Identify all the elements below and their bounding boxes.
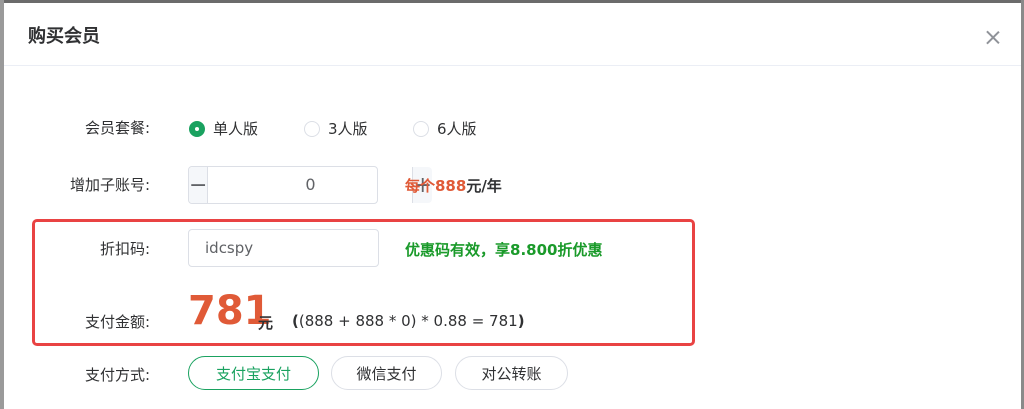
- radio-label: 3人版: [328, 120, 368, 138]
- radio-label: 单人版: [213, 120, 259, 138]
- formula-text: (888 + 888 * 0) * 0.88 = 781: [298, 312, 518, 330]
- price-unit: 元/年: [466, 177, 502, 195]
- radio-plan-single[interactable]: 单人版: [189, 118, 258, 139]
- purchase-membership-dialog: 购买会员: [4, 3, 1021, 409]
- sub-accounts-stepper: − +: [188, 166, 432, 204]
- decrement-button[interactable]: −: [189, 167, 209, 203]
- radio-label: 6人版: [437, 120, 477, 138]
- formula-close: ): [517, 312, 525, 330]
- radio-plan-3[interactable]: 3人版: [304, 118, 368, 139]
- pay-wechat-button[interactable]: 微信支付: [331, 356, 442, 390]
- sub-accounts-label: 增加子账号:: [69, 176, 150, 194]
- payment-formula: ((888 + 888 * 0) * 0.88 = 781): [292, 312, 525, 330]
- dialog-title: 购买会员: [28, 26, 100, 47]
- price-amount: 每个888: [405, 177, 467, 195]
- sub-account-price: 每个888元/年: [405, 175, 502, 196]
- pay-alipay-button[interactable]: 支付宝支付: [188, 356, 319, 390]
- pay-bank-transfer-button[interactable]: 对公转账: [455, 356, 568, 390]
- sub-accounts-input[interactable]: [208, 167, 413, 203]
- radio-checked-icon: [189, 120, 205, 137]
- coupon-status: 优惠码有效，享8.800折优惠: [405, 241, 603, 259]
- plan-label: 会员套餐:: [84, 119, 150, 137]
- coupon-label: 折扣码:: [99, 240, 150, 258]
- dialog-header: 购买会员: [4, 3, 1021, 66]
- formula-open: (: [292, 312, 299, 330]
- radio-unchecked-icon: [304, 120, 320, 137]
- radio-plan-6[interactable]: 6人版: [413, 118, 477, 139]
- pay-method-label: 支付方式:: [84, 366, 150, 384]
- close-icon[interactable]: [982, 27, 1004, 49]
- coupon-input[interactable]: [188, 229, 379, 267]
- payment-unit: 元: [258, 314, 274, 332]
- radio-unchecked-icon: [413, 120, 429, 137]
- payment-amount-label: 支付金额:: [84, 313, 150, 331]
